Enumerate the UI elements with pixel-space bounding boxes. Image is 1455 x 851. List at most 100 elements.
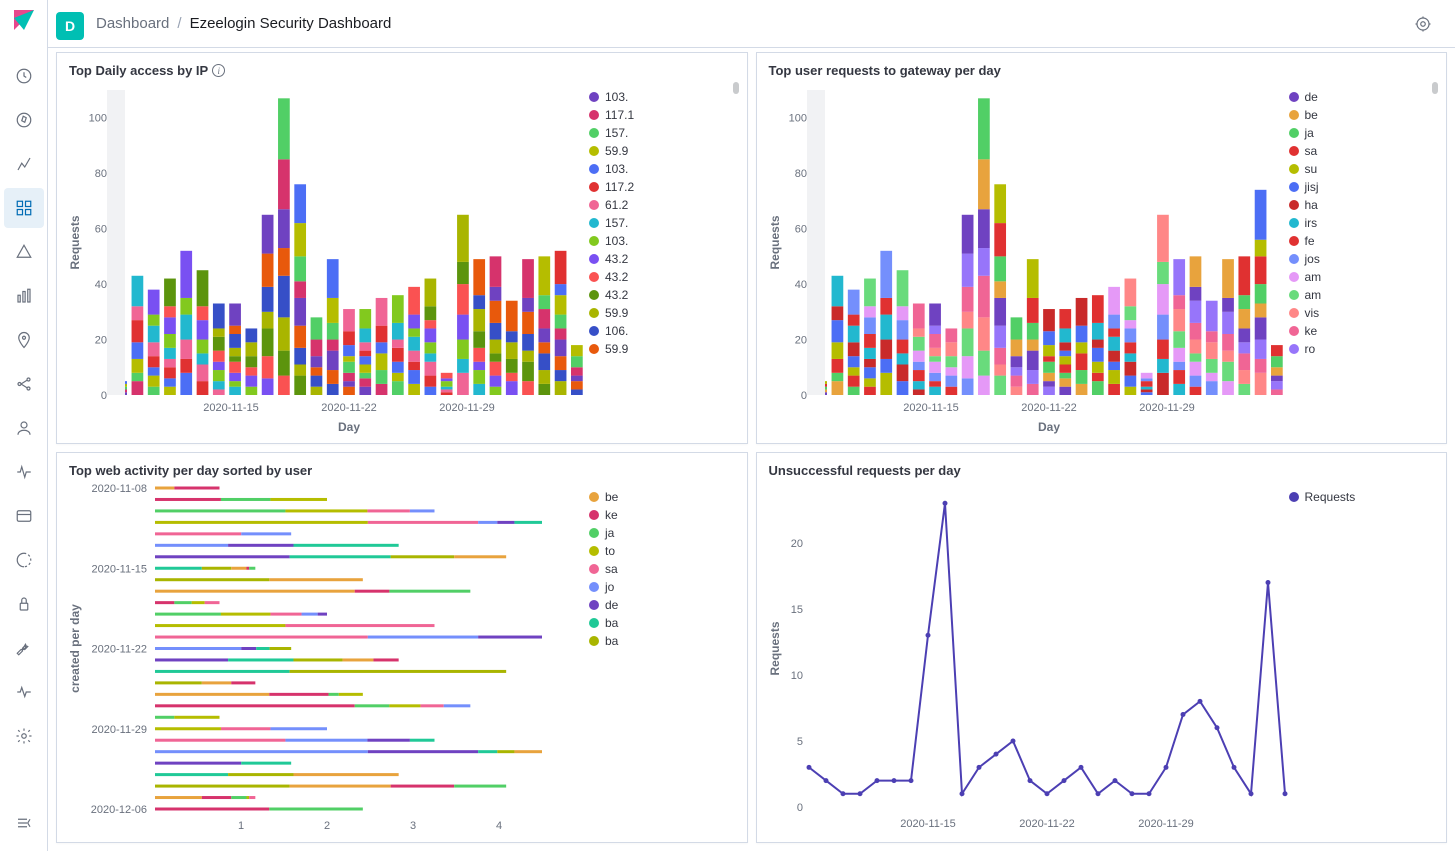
legend-item[interactable]: 43.2 — [589, 250, 739, 268]
legend-item[interactable]: 59.9 — [589, 142, 739, 160]
legend-label: 43.2 — [605, 252, 628, 266]
legend-label: to — [605, 544, 615, 558]
legend-item[interactable]: ja — [1289, 124, 1439, 142]
legend-dot-icon — [589, 344, 599, 354]
nav-dashboard[interactable] — [4, 188, 44, 228]
legend-dot-icon — [1289, 308, 1299, 318]
legend-item[interactable]: Requests — [1289, 488, 1439, 506]
breadcrumb-separator: / — [177, 15, 181, 32]
legend-label: ha — [1305, 198, 1318, 212]
legend-item[interactable]: ro — [1289, 340, 1439, 358]
nav-maps[interactable] — [4, 320, 44, 360]
legend-label: am — [1305, 288, 1322, 302]
breadcrumb-root[interactable]: Dashboard — [96, 15, 169, 32]
legend-label: 103. — [605, 234, 628, 248]
legend-item[interactable]: su — [1289, 160, 1439, 178]
legend-item[interactable]: 103. — [589, 88, 739, 106]
nav-devtools[interactable] — [4, 628, 44, 668]
chart-p3[interactable]: 2020-11-082020-11-152020-11-222020-11-29… — [65, 482, 589, 835]
nav-security[interactable] — [4, 408, 44, 448]
svg-text:5: 5 — [796, 735, 802, 747]
legend-item[interactable]: de — [1289, 88, 1439, 106]
nav-ml[interactable] — [4, 364, 44, 404]
legend-item[interactable]: be — [1289, 106, 1439, 124]
legend-item[interactable]: ja — [589, 524, 739, 542]
legend-item[interactable]: 117.1 — [589, 106, 739, 124]
nav-visualize[interactable] — [4, 144, 44, 184]
legend-item[interactable]: be — [589, 488, 739, 506]
legend-item[interactable]: de — [589, 596, 739, 614]
nav-siem[interactable] — [4, 584, 44, 624]
legend-item[interactable]: ke — [1289, 322, 1439, 340]
legend-item[interactable]: fe — [1289, 232, 1439, 250]
legend-item[interactable]: 61.2 — [589, 196, 739, 214]
legend-label: 59.9 — [605, 342, 628, 356]
legend-item[interactable]: jos — [1289, 250, 1439, 268]
legend-dot-icon — [1289, 92, 1299, 102]
nav-recent[interactable] — [4, 56, 44, 96]
legend-scrollbar[interactable] — [1432, 82, 1438, 94]
legend-dot-icon — [1289, 236, 1299, 246]
space-selector[interactable]: D — [56, 12, 84, 40]
legend-item[interactable]: vis — [1289, 304, 1439, 322]
legend-item[interactable]: 106. — [589, 322, 739, 340]
legend-item[interactable]: 157. — [589, 214, 739, 232]
nav-collapse[interactable] — [4, 803, 44, 843]
nav-monitor[interactable] — [4, 672, 44, 712]
svg-text:2: 2 — [324, 820, 330, 832]
legend-item[interactable]: irs — [1289, 214, 1439, 232]
legend-item[interactable]: 103. — [589, 232, 739, 250]
legend-item[interactable]: ha — [1289, 196, 1439, 214]
legend-item[interactable]: ba — [589, 614, 739, 632]
legend-dot-icon — [589, 272, 599, 282]
svg-text:15: 15 — [790, 603, 802, 615]
legend-item[interactable]: ba — [589, 632, 739, 650]
legend-item[interactable]: 43.2 — [589, 286, 739, 304]
legend-label: 157. — [605, 126, 628, 140]
legend-item[interactable]: sa — [1289, 142, 1439, 160]
legend-item[interactable]: ke — [589, 506, 739, 524]
svg-text:Day: Day — [1037, 420, 1059, 434]
legend-p1: 103.117.1157.59.9103.117.261.2157.103.43… — [589, 82, 739, 435]
svg-text:4: 4 — [496, 820, 502, 832]
legend-dot-icon — [589, 600, 599, 610]
legend-dot-icon — [1289, 326, 1299, 336]
svg-text:20: 20 — [794, 335, 806, 347]
chart-p2[interactable]: 0204060801002020-11-152020-11-222020-11-… — [765, 82, 1289, 435]
nav-management[interactable] — [4, 716, 44, 756]
legend-label: ba — [605, 634, 618, 648]
legend-label: 61.2 — [605, 198, 628, 212]
svg-text:2020-11-29: 2020-11-29 — [92, 723, 147, 735]
nav-logs[interactable] — [4, 496, 44, 536]
legend-item[interactable]: am — [1289, 268, 1439, 286]
nav-uptime[interactable] — [4, 540, 44, 580]
legend-item[interactable]: 43.2 — [589, 268, 739, 286]
legend-item[interactable]: sa — [589, 560, 739, 578]
chart-p1[interactable]: 0204060801002020-11-152020-11-222020-11-… — [65, 82, 589, 435]
nav-metrics[interactable] — [4, 276, 44, 316]
nav-canvas[interactable] — [4, 232, 44, 272]
legend-item[interactable]: 157. — [589, 124, 739, 142]
legend-item[interactable]: jisj — [1289, 178, 1439, 196]
svg-text:10: 10 — [790, 669, 802, 681]
legend-label: sa — [1305, 144, 1318, 158]
svg-text:2020-11-15: 2020-11-15 — [92, 563, 147, 575]
legend-label: 59.9 — [605, 144, 628, 158]
header: D Dashboard / Ezeelogin Security Dashboa… — [48, 0, 1455, 48]
legend-scrollbar[interactable] — [733, 82, 739, 94]
legend-item[interactable]: 103. — [589, 160, 739, 178]
newsfeed-button[interactable] — [1407, 8, 1439, 40]
legend-item[interactable]: 59.9 — [589, 304, 739, 322]
nav-apm[interactable] — [4, 452, 44, 492]
legend-item[interactable]: am — [1289, 286, 1439, 304]
legend-item[interactable]: 59.9 — [589, 340, 739, 358]
info-icon[interactable]: i — [212, 64, 225, 77]
legend-item[interactable]: jo — [589, 578, 739, 596]
legend-dot-icon — [589, 546, 599, 556]
chart-p4[interactable]: 051015202020-11-152020-11-222020-11-29Re… — [765, 482, 1289, 835]
nav-discover[interactable] — [4, 100, 44, 140]
legend-item[interactable]: to — [589, 542, 739, 560]
svg-text:2020-11-15: 2020-11-15 — [903, 402, 958, 414]
legend-item[interactable]: 117.2 — [589, 178, 739, 196]
legend-dot-icon — [589, 128, 599, 138]
